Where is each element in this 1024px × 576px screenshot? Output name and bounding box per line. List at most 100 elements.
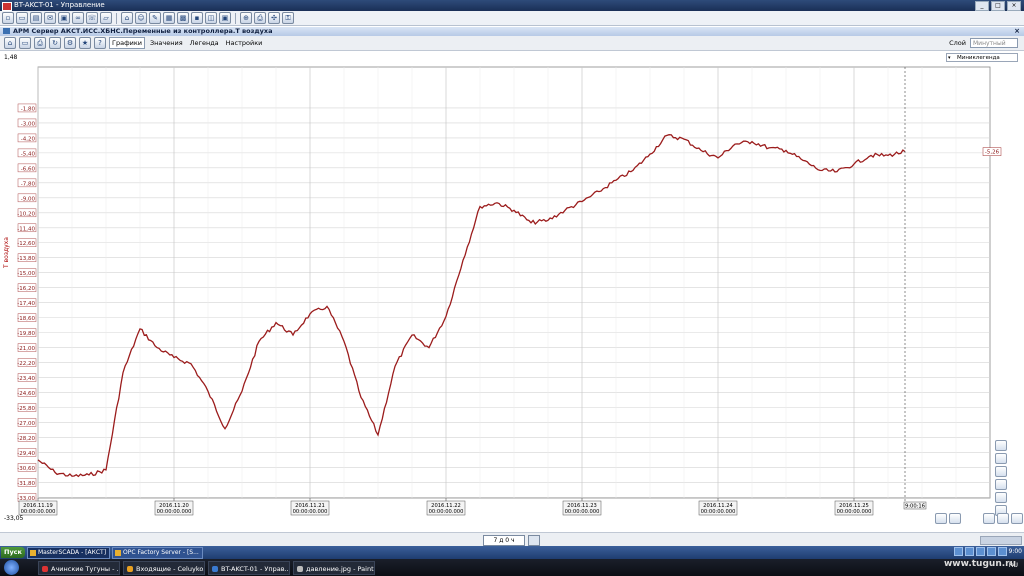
mail-icon (127, 565, 133, 572)
document-title: АРМ Сервер АКСТ.ИСС.ХБНС.Переменные из к… (13, 27, 273, 35)
lock-icon[interactable]: ⌂ (121, 12, 133, 24)
close-button[interactable]: × (1007, 1, 1021, 11)
layer-select[interactable]: Минутный (970, 38, 1018, 48)
maximize-button[interactable]: □ (991, 1, 1005, 11)
y-tick-label: -6,60 (21, 166, 36, 172)
list-icon[interactable] (935, 513, 947, 524)
select-icon[interactable]: ▣ (219, 12, 231, 24)
layer-label: Слой (949, 39, 966, 47)
key-icon[interactable]: ⚿ (282, 12, 294, 24)
taskbar-app-masterscada[interactable]: MasterSCADA - [АКСТ] (26, 546, 111, 559)
watermark: www.tugun.ru (943, 559, 1016, 569)
mail-icon[interactable]: ✉ (44, 12, 56, 24)
bottom-right-buttons (935, 513, 1024, 524)
monitor-icon[interactable]: ▣ (58, 12, 70, 24)
y-tick-label: -29,40 (17, 451, 35, 457)
y-tick-label: -16,20 (17, 286, 35, 292)
phone-icon[interactable]: ☏ (86, 12, 98, 24)
y-tick-label: -24,60 (17, 391, 35, 397)
tray-icon[interactable] (975, 547, 985, 556)
print-icon[interactable]: ⎙ (254, 12, 266, 24)
tray-icon[interactable] (964, 547, 974, 556)
folder-icon[interactable]: ▭ (16, 12, 28, 24)
user-icon[interactable]: ☺ (135, 12, 147, 24)
tab-legend[interactable]: Легенда (188, 38, 221, 48)
star-icon[interactable]: ★ (79, 37, 91, 49)
legend-dropdown[interactable]: ▾ Миниклегенда (946, 53, 1018, 62)
document-close-button[interactable]: × (1014, 27, 1020, 36)
taskbar-window-browser[interactable]: Ачинские Тугуны - ... (38, 560, 120, 575)
legend-dropdown-label: Миниклегенда (957, 55, 1000, 61)
local-taskbar: Ачинские Тугуны - ... Входящие - Celuyko… (0, 559, 1024, 576)
remote-taskbar: Пуск MasterSCADA - [АКСТ] OPC Factory Se… (0, 546, 1024, 559)
x-tick-time: 00:00:00.000 (565, 509, 600, 515)
search-icon[interactable] (983, 513, 995, 524)
window-title: BT-AKCT-01 - Управление (14, 1, 105, 9)
scroll-up-icon[interactable] (995, 440, 1007, 451)
tile-icon[interactable]: ▪ (191, 12, 203, 24)
zoom-icon[interactable]: ⊕ (240, 12, 252, 24)
tab-settings[interactable]: Настройки (224, 38, 265, 48)
time-scale-field[interactable]: 7 д 0 ч (483, 535, 525, 546)
trend-chart[interactable]: -1,80 -3,00 -4,20 -5,40 -6,60 -7,80 -9,00 -10,2… (0, 51, 1024, 531)
y-tick-label: -18,60 (17, 316, 35, 322)
zoom-out-icon[interactable] (1011, 513, 1023, 524)
document-title-bar: АРМ Сервер АКСТ.ИСС.ХБНС.Переменные из к… (0, 27, 1024, 36)
current-time-label: 9:00:16 (905, 504, 925, 510)
taskbar-window-paint[interactable]: давление.jpg - Paint (293, 560, 375, 575)
layout-icon[interactable]: ◫ (205, 12, 217, 24)
table-icon[interactable] (949, 513, 961, 524)
edit-icon[interactable]: ✎ (149, 12, 161, 24)
y-tick-label: -12,60 (17, 241, 35, 247)
tab-graphs[interactable]: Графики (109, 37, 146, 49)
new-icon[interactable]: ▫ (2, 12, 14, 24)
minimize-button[interactable]: _ (975, 1, 989, 11)
y-tick-label: -15,00 (17, 271, 35, 277)
taskbar-window-label: Входящие - Celuyko... (136, 564, 205, 573)
tray-icon[interactable] (997, 547, 1007, 556)
help-icon[interactable]: ? (94, 37, 106, 49)
zoom-in-icon[interactable] (997, 513, 1009, 524)
chart-toolbar: ⌂ ▭ ⎙ ↻ ⚙ ★ ? Графики Значения Легенда Н… (0, 36, 1024, 51)
scale-dropdown-button[interactable] (528, 535, 540, 546)
save-icon[interactable]: ▭ (19, 37, 31, 49)
tray-icon[interactable] (953, 547, 963, 556)
current-value-label: -5,26 (985, 150, 1000, 156)
y-tick-label: -10,20 (17, 211, 35, 217)
horizontal-scrollbar[interactable] (980, 536, 1022, 545)
y-tick-label: -27,00 (17, 421, 35, 427)
grid-icon[interactable]: ▩ (177, 12, 189, 24)
undo-icon[interactable] (995, 479, 1007, 490)
print-icon[interactable]: ⎙ (34, 37, 46, 49)
tab-values[interactable]: Значения (148, 38, 185, 48)
table-icon[interactable]: ▦ (163, 12, 175, 24)
link-icon[interactable]: ∞ (72, 12, 84, 24)
remote-desktop-icon (212, 565, 218, 572)
message-icon[interactable]: ▱ (100, 12, 112, 24)
taskbar-window-mail[interactable]: Входящие - Celuyko... (123, 560, 205, 575)
refresh-icon[interactable]: ↻ (49, 37, 61, 49)
settings-icon[interactable]: ⚙ (64, 37, 76, 49)
taskbar-app-label: OPC Factory Server - [S... (123, 548, 199, 556)
window-title-bar: BT-AKCT-01 - Управление _ □ × (0, 0, 1024, 11)
y-axis-min-label: -33,05 (4, 515, 24, 522)
zoom-in-icon[interactable] (995, 453, 1007, 464)
y-tick-label: -30,60 (17, 466, 35, 472)
home-icon[interactable]: ⌂ (4, 37, 16, 49)
window-icon[interactable]: ▤ (30, 12, 42, 24)
tools-icon[interactable]: ✣ (268, 12, 280, 24)
zoom-out-icon[interactable] (995, 466, 1007, 477)
y-tick-label: -3,00 (21, 121, 36, 127)
browser-icon (42, 565, 48, 572)
taskbar-window-remote[interactable]: BT-AKCT-01 - Управ... (208, 560, 290, 575)
taskbar-app-opc[interactable]: OPC Factory Server - [S... (112, 546, 203, 559)
windows-start-orb[interactable] (4, 560, 19, 575)
y-tick-label: -19,80 (17, 331, 35, 337)
start-button[interactable]: Пуск (1, 547, 25, 558)
fit-icon[interactable] (995, 492, 1007, 503)
x-tick-time: 00:00:00.000 (21, 509, 56, 515)
taskbar-window-label: давление.jpg - Paint (306, 564, 374, 573)
y-tick-label: -17,40 (17, 301, 35, 307)
y-axis-title: Т воздуха (3, 237, 10, 268)
tray-icon[interactable] (986, 547, 996, 556)
